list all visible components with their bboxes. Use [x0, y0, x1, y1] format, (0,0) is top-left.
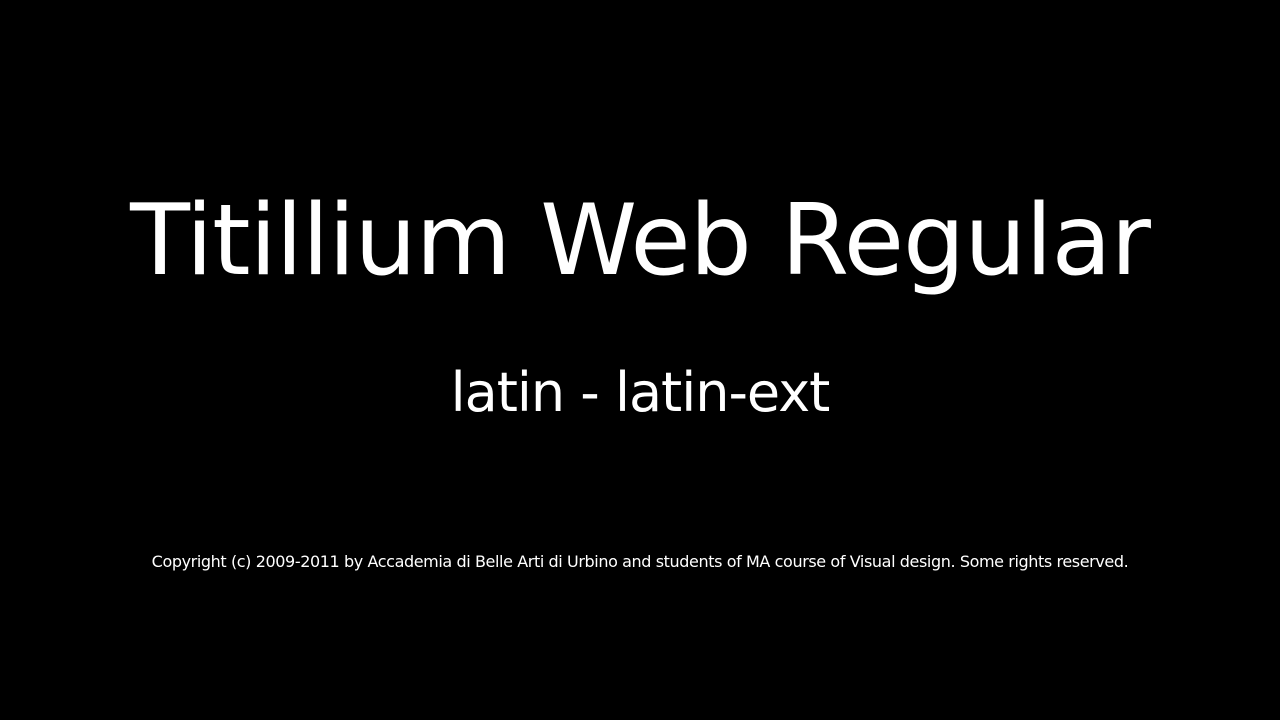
font-specimen-canvas: Titillium Web Regular latin - latin-ext … [0, 0, 1280, 720]
font-name-title: Titillium Web Regular [130, 184, 1151, 298]
copyright-notice: Copyright (c) 2009-2011 by Accademia di … [151, 552, 1129, 571]
character-sets-subtitle: latin - latin-ext [450, 361, 831, 424]
